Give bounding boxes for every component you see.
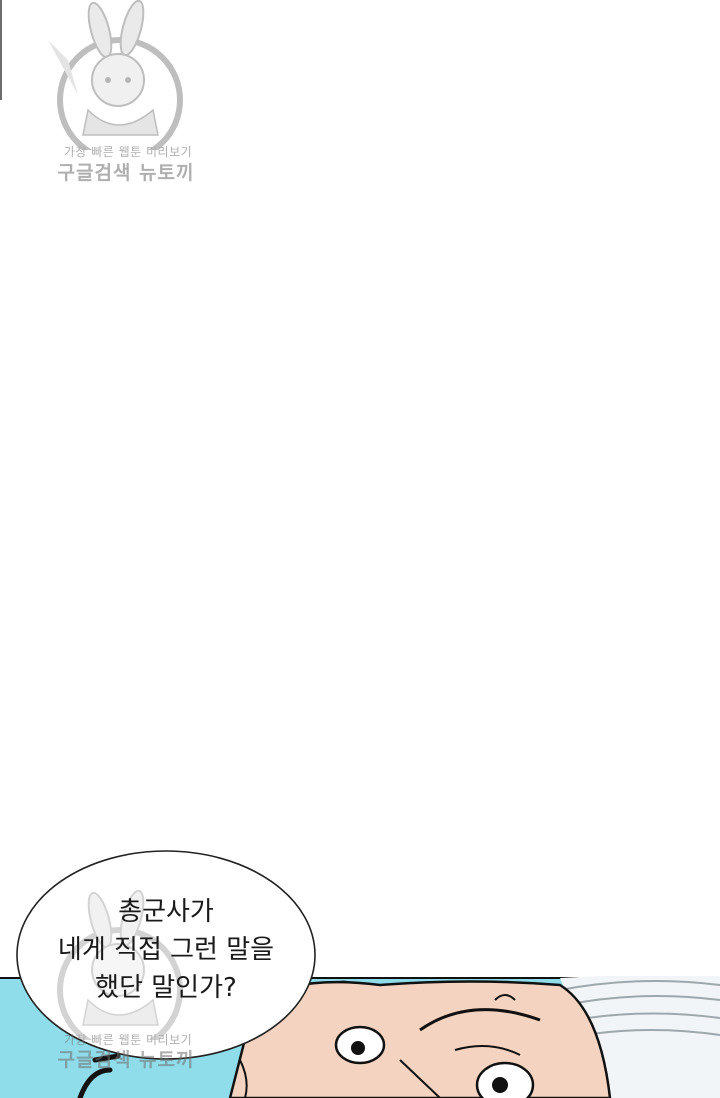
speech-bubble-text: 총군사가 네게 직접 그런 말을 했단 말인가? xyxy=(15,893,317,1007)
dialogue-line: 총군사가 xyxy=(118,897,214,927)
watermark-site-name: 구글검색 뉴토끼 xyxy=(57,1049,195,1071)
dialogue-line: 네게 직접 그런 말을 xyxy=(57,935,275,965)
comic-page: 가장 빠른 웹툰 미리보기 구글검색 뉴토끼 가장 빠른 웹툰 미리보기 구글검… xyxy=(0,0,720,1098)
watermark-site-name: 구글검색 뉴토끼 xyxy=(57,162,195,184)
bunny-mascot-icon xyxy=(48,0,183,150)
panel-edge-line xyxy=(0,0,2,100)
dialogue-line: 했단 말인가? xyxy=(95,973,237,1003)
watermark-top: 가장 빠른 웹툰 미리보기 구글검색 뉴토끼 xyxy=(28,0,208,190)
